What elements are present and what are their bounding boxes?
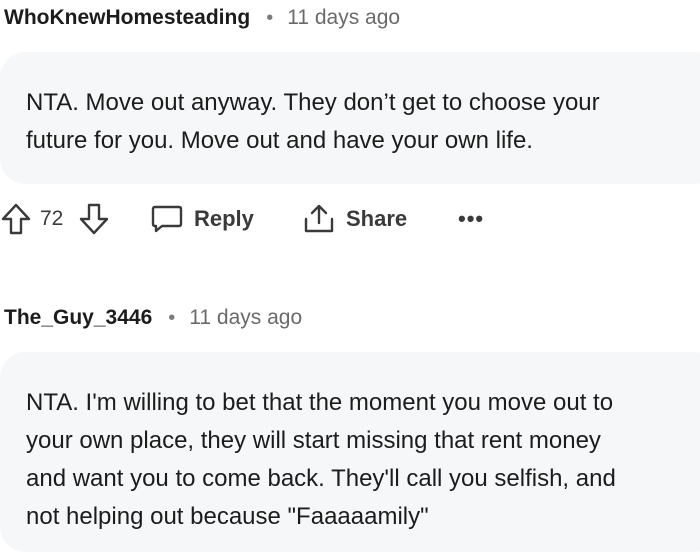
comment-author[interactable]: The_Guy_3446: [4, 306, 152, 330]
upvote-button[interactable]: [0, 195, 32, 243]
reply-bubble-icon: [151, 205, 183, 233]
more-options-button[interactable]: •••: [458, 195, 484, 243]
comment-body-line: not helping out because "Faaaaamily": [26, 503, 429, 530]
meta-separator: •: [168, 306, 176, 329]
comment-body-line: your own place, they will start missing …: [26, 427, 601, 454]
share-button[interactable]: Share: [302, 195, 407, 243]
comment-body-line: NTA. I'm willing to bet that the moment …: [26, 389, 614, 416]
share-label: Share: [346, 206, 408, 231]
comment-body-line: and want you to come back. They'll call …: [26, 465, 616, 492]
comment-body: NTA. Move out anyway. They don’t get to …: [26, 84, 680, 160]
share-icon: [304, 204, 334, 233]
upvote-icon: [1, 203, 31, 235]
comment-body-line: NTA. Move out anyway. They don’t get to …: [26, 89, 600, 116]
downvote-button[interactable]: [78, 195, 110, 243]
meta-separator: •: [266, 6, 274, 29]
comment-body-line: future for you. Move out and have your o…: [26, 127, 533, 154]
more-icon: •••: [458, 206, 485, 231]
downvote-icon: [79, 203, 109, 235]
comment-timestamp[interactable]: 11 days ago: [287, 6, 400, 30]
comment-meta: The_Guy_3446 • 11 days ago: [0, 298, 700, 338]
comment-body: NTA. I'm willing to bet that the moment …: [26, 384, 680, 536]
comment-2: The_Guy_3446 • 11 days ago NTA. I'm will…: [0, 298, 700, 552]
comment-timestamp[interactable]: 11 days ago: [189, 306, 302, 330]
reply-label: Reply: [194, 206, 254, 231]
comment-meta: WhoKnewHomesteading • 11 days ago: [0, 0, 700, 36]
comment-actions: 72 Reply Share •••: [0, 195, 700, 243]
comment-1: WhoKnewHomesteading • 11 days ago NTA. M…: [0, 0, 700, 235]
reply-button[interactable]: Reply: [150, 195, 254, 243]
vote-score: 72: [40, 207, 64, 230]
comment-author[interactable]: WhoKnewHomesteading: [4, 6, 250, 30]
